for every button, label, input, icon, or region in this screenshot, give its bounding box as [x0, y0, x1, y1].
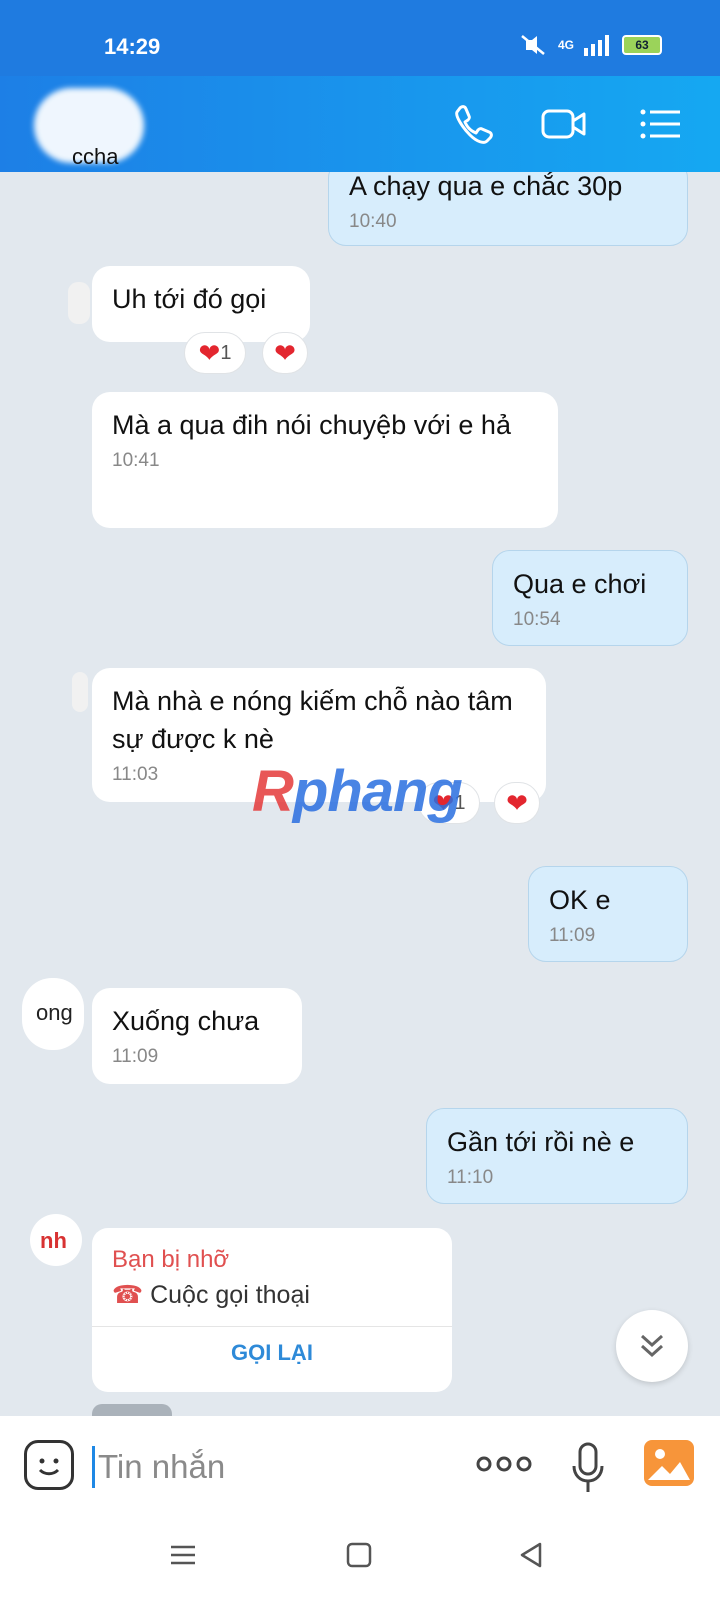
scroll-to-bottom-button[interactable] [616, 1310, 688, 1382]
call-back-button[interactable]: GỌI LẠI [92, 1340, 452, 1366]
contact-name[interactable]: ccha [72, 144, 118, 170]
image-picker-button[interactable] [644, 1440, 694, 1486]
message-text: Gần tới rồi nè e [447, 1127, 635, 1157]
reaction-count-badge[interactable]: ❤ 1 [184, 332, 246, 374]
message-text: Qua e chơi [513, 569, 647, 599]
missed-call-title: Bạn bị nhỡ [112, 1246, 230, 1273]
sticker-icon [38, 1458, 60, 1476]
message-bubble-outgoing[interactable]: Gần tới rồi nè e 11:10 [426, 1108, 688, 1204]
battery-level: 63 [635, 38, 649, 52]
chat-header: ccha [0, 76, 720, 172]
message-text: Mà a qua đih nói chuyệb với e hả [112, 410, 511, 440]
watermark-first: R [252, 759, 294, 824]
message-bubble-incoming[interactable]: Uh tới đó gọi [92, 266, 310, 342]
avatar-text: ong [36, 1000, 73, 1025]
message-input-bar: Tin nhắn [0, 1416, 720, 1516]
system-nav-bar [0, 1516, 720, 1600]
message-time: 10:41 [112, 450, 160, 471]
message-bubble-incoming[interactable]: Xuống chưa 11:09 [92, 988, 302, 1084]
video-call-icon[interactable] [540, 100, 588, 148]
sender-avatar[interactable]: ong [22, 978, 84, 1050]
message-bubble-outgoing[interactable]: A chạy qua e chắc 30p 10:40 [328, 172, 688, 246]
sender-avatar[interactable]: nh [30, 1214, 82, 1266]
network-label: 4G [557, 38, 574, 52]
message-text: Xuống chưa [112, 1006, 260, 1036]
emoji-button[interactable] [24, 1440, 74, 1490]
heart-icon: ❤ [506, 787, 528, 818]
back-icon[interactable] [516, 1540, 546, 1570]
message-text: OK e [549, 885, 611, 915]
avatar-text: nh [40, 1228, 67, 1253]
heart-icon: ❤ [198, 337, 221, 368]
reaction-count: 1 [220, 341, 232, 364]
status-icons: 4G 63 [518, 34, 662, 56]
recents-icon[interactable] [168, 1540, 198, 1570]
missed-call-type: ☎ Cuộc gọi thoại [112, 1280, 310, 1310]
menu-list-icon[interactable] [636, 100, 684, 148]
sender-avatar[interactable] [68, 282, 90, 324]
phone-call-icon[interactable] [448, 100, 496, 148]
signal-icon [584, 35, 609, 56]
chevron-double-down-icon [640, 1334, 664, 1358]
missed-call-card[interactable]: Bạn bị nhỡ ☎ Cuộc gọi thoại GỌI LẠI [92, 1228, 452, 1392]
heart-icon: ❤ [274, 337, 296, 368]
message-text: Mà nhà e nóng kiếm chỗ nào tâm sự được k… [112, 686, 513, 754]
message-time: 11:09 [112, 1046, 159, 1067]
message-time: 10:54 [513, 609, 561, 630]
watermark-rest: phang [292, 759, 463, 824]
status-time: 14:29 [104, 34, 161, 59]
message-time: 10:40 [349, 211, 397, 232]
watermark-logo: Rphang [252, 758, 463, 825]
message-text: Uh tới đó gọi [112, 284, 267, 314]
battery-icon: 63 [622, 35, 662, 55]
home-icon[interactable] [344, 1540, 374, 1570]
sender-avatar[interactable] [72, 672, 88, 712]
missed-call-icon: ☎ [112, 1281, 144, 1309]
divider [92, 1326, 452, 1327]
image-icon [648, 1449, 690, 1480]
call-type-label: Cuộc gọi thoại [150, 1281, 310, 1309]
message-time: 11:10 [447, 1167, 494, 1188]
microphone-icon[interactable] [570, 1442, 606, 1494]
message-time: 11:09 [549, 925, 596, 946]
text-caret [92, 1446, 95, 1488]
react-button[interactable]: ❤ [262, 332, 308, 374]
message-bubble-outgoing[interactable]: Qua e chơi 10:54 [492, 550, 688, 646]
message-bubble-outgoing[interactable]: OK e 11:09 [528, 866, 688, 962]
mute-icon [521, 35, 545, 55]
message-text: A chạy qua e chắc 30p [349, 172, 623, 201]
more-options-button[interactable] [476, 1454, 532, 1480]
ellipsis-icon [476, 1456, 532, 1472]
message-bubble-incoming[interactable]: Mà a qua đih nói chuyệb với e hả 10:41 [92, 392, 558, 528]
status-bar: 14:29 4G 63 [0, 0, 720, 76]
react-button[interactable]: ❤ [494, 782, 540, 824]
message-input[interactable]: Tin nhắn [98, 1446, 225, 1488]
